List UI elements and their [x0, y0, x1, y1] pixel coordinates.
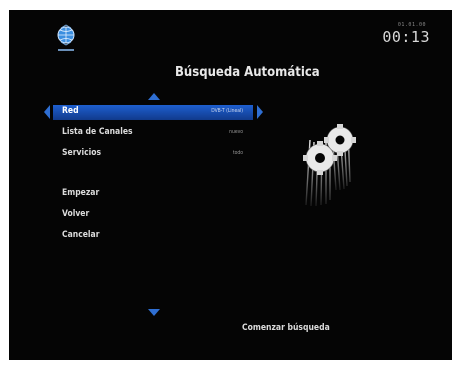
menu-row-label: Servicios — [62, 148, 102, 158]
back-button[interactable]: Volver — [62, 209, 89, 219]
clock-time: 00:13 — [382, 28, 430, 46]
tv-screen: 01.01.00 00:13 Búsqueda Automática Red D… — [9, 10, 452, 360]
menu-row-services[interactable]: Servicios todo — [53, 147, 253, 162]
menu-row-channel-list[interactable]: Lista de Canales nuevo — [53, 126, 253, 141]
cancel-button[interactable]: Cancelar — [62, 230, 100, 240]
scroll-up-arrow-icon[interactable] — [148, 93, 160, 100]
option-next-arrow-icon[interactable] — [257, 105, 263, 119]
start-button[interactable]: Empezar — [62, 188, 99, 198]
globe-logo-icon — [57, 24, 75, 51]
help-hint: Comenzar búsqueda — [242, 323, 330, 333]
menu-row-label: Lista de Canales — [62, 127, 133, 137]
page-title: Búsqueda Automática — [175, 65, 320, 80]
gears-icon — [303, 124, 356, 207]
scroll-down-arrow-icon[interactable] — [148, 309, 160, 316]
menu-row-label: Red — [62, 106, 79, 116]
menu-row-value: nuevo — [229, 129, 243, 135]
menu-row-value: DVB-T (Lineal) — [211, 108, 243, 114]
menu-row-value: todo — [232, 150, 243, 156]
option-prev-arrow-icon[interactable] — [44, 105, 50, 119]
menu-row-red[interactable]: Red DVB-T (Lineal) — [53, 105, 253, 120]
